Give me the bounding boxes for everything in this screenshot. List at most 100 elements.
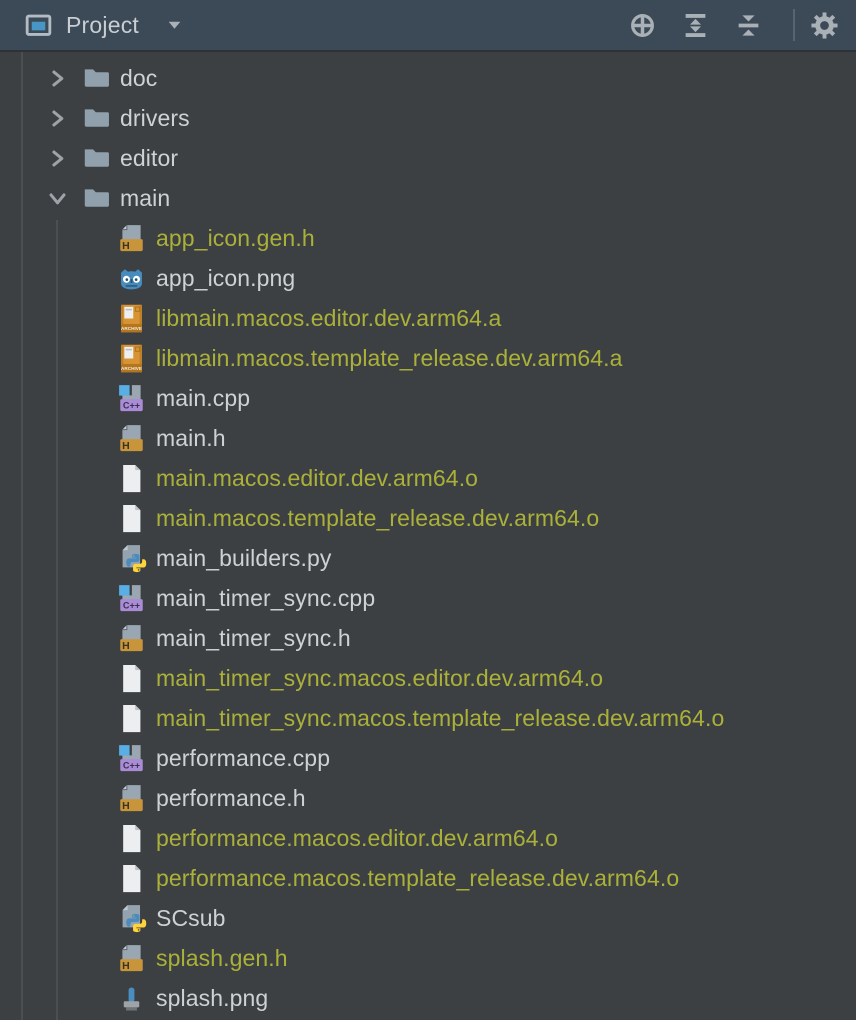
tree-file-libmain-macos-editor-dev-arm64-a[interactable]: ARCHIVE libmain.macos.editor.dev.arm64.a [0,298,856,338]
svg-text:H: H [122,240,130,251]
tree-folder-drivers[interactable]: drivers [0,98,856,138]
tree-node-label: main.macos.template_release.dev.arm64.o [156,505,599,532]
gear-icon [810,11,839,40]
header-file-icon: H [116,623,147,654]
header-file-icon: H [116,943,147,974]
tree-node-label: main_builders.py [156,545,331,572]
project-view-selector[interactable]: Project [25,12,183,39]
tree-file-performance-macos-editor-dev-arm64-o[interactable]: performance.macos.editor.dev.arm64.o [0,818,856,858]
tree-file-splash-gen-h[interactable]: H splash.gen.h [0,938,856,978]
tree-node-label: app_icon.gen.h [156,225,315,252]
tree-node-label: performance.macos.template_release.dev.a… [156,865,679,892]
tree-file-main-timer-sync-cpp[interactable]: C++ main_timer_sync.cpp [0,578,856,618]
tree-node-label: main.cpp [156,385,250,412]
python-file-icon [116,903,147,934]
object-file-icon [116,823,147,854]
project-toolwindow-header: Project [0,0,856,52]
tree-file-splash-png[interactable]: splash.png [0,978,856,1018]
toolbar-separator [793,9,795,41]
toolbar-actions [627,9,839,41]
tree-node-label: drivers [120,105,190,132]
header-file-icon: H [116,783,147,814]
tree-node-label: main_timer_sync.macos.editor.dev.arm64.o [156,665,603,692]
collapse-all-button[interactable] [733,10,763,40]
tree-file-main-timer-sync-macos-editor-dev-arm64-o[interactable]: main_timer_sync.macos.editor.dev.arm64.o [0,658,856,698]
tree-node-label: main_timer_sync.h [156,625,351,652]
tree-node-label: splash.gen.h [156,945,288,972]
tree-file-libmain-macos-template-release-dev-arm64-a[interactable]: ARCHIVE libmain.macos.template_release.d… [0,338,856,378]
object-file-icon [116,703,147,734]
project-file-tree: doc drivers editor main H app_icon.gen.h [0,52,856,1020]
toolwindow-title: Project [66,12,139,39]
folder-icon [82,144,110,172]
tree-file-app-icon-gen-h[interactable]: H app_icon.gen.h [0,218,856,258]
tree-file-main-cpp[interactable]: C++ main.cpp [0,378,856,418]
tree-file-performance-macos-template-release-dev-arm64-o[interactable]: performance.macos.template_release.dev.a… [0,858,856,898]
tree-file-app-icon-png[interactable]: app_icon.png [0,258,856,298]
svg-text:H: H [122,640,130,651]
tree-node-label: main.h [156,425,226,452]
folder-icon [82,104,110,132]
tree-file-main-timer-sync-h[interactable]: H main_timer_sync.h [0,618,856,658]
tree-file-main-builders-py[interactable]: main_builders.py [0,538,856,578]
tree-node-label: doc [120,65,157,92]
object-file-icon [116,463,147,494]
svg-text:H: H [122,800,130,811]
tree-node-label: splash.png [156,985,268,1012]
svg-text:C++: C++ [123,760,140,770]
svg-text:C++: C++ [123,600,140,610]
header-file-icon: H [116,223,147,254]
python-file-icon [116,543,147,574]
chevron-right-icon[interactable] [44,105,70,131]
folder-icon [82,184,110,212]
godot-image-icon [116,263,147,294]
cpp-file-icon: C++ [116,383,147,414]
cpp-file-icon: C++ [116,743,147,774]
tree-node-label: libmain.macos.editor.dev.arm64.a [156,305,501,332]
chevron-right-icon[interactable] [44,65,70,91]
target-icon [628,11,657,40]
settings-button[interactable] [809,10,839,40]
tree-node-label: editor [120,145,178,172]
tree-node-label: main_timer_sync.cpp [156,585,375,612]
expand-all-button[interactable] [680,10,710,40]
tree-file-performance-cpp[interactable]: C++ performance.cpp [0,738,856,778]
archive-file-icon: ARCHIVE [116,303,147,334]
header-file-icon: H [116,423,147,454]
chevron-right-icon[interactable] [44,145,70,171]
expand-all-icon [681,11,710,40]
object-file-icon [116,503,147,534]
chevron-down-caret-icon [166,17,183,34]
tree-node-label: libmain.macos.template_release.dev.arm64… [156,345,623,372]
svg-text:H: H [122,960,130,971]
tree-file-main-macos-editor-dev-arm64-o[interactable]: main.macos.editor.dev.arm64.o [0,458,856,498]
tree-folder-doc[interactable]: doc [0,58,856,98]
tree-file-main-timer-sync-macos-template-release-dev-arm64-o[interactable]: main_timer_sync.macos.template_release.d… [0,698,856,738]
collapse-all-icon [734,11,763,40]
cpp-file-icon: C++ [116,583,147,614]
svg-text:H: H [122,440,130,451]
tree-node-label: app_icon.png [156,265,295,292]
object-file-icon [116,863,147,894]
tree-file-main-macos-template-release-dev-arm64-o[interactable]: main.macos.template_release.dev.arm64.o [0,498,856,538]
tree-node-label: SCsub [156,905,226,932]
tree-node-label: performance.h [156,785,306,812]
splash-image-icon [116,983,147,1014]
tree-node-label: main.macos.editor.dev.arm64.o [156,465,478,492]
archive-file-icon: ARCHIVE [116,343,147,374]
svg-text:ARCHIVE: ARCHIVE [121,325,142,330]
tree-file-main-h[interactable]: H main.h [0,418,856,458]
folder-icon [82,64,110,92]
tree-file-scsub[interactable]: SCsub [0,898,856,938]
tree-file-performance-h[interactable]: H performance.h [0,778,856,818]
tree-node-label: performance.cpp [156,745,330,772]
chevron-down-icon[interactable] [44,185,70,211]
tree-node-label: main_timer_sync.macos.template_release.d… [156,705,724,732]
svg-text:ARCHIVE: ARCHIVE [121,365,142,370]
project-tool-window-icon [25,12,52,39]
tree-folder-editor[interactable]: editor [0,138,856,178]
tree-node-label: performance.macos.editor.dev.arm64.o [156,825,558,852]
locate-file-button[interactable] [627,10,657,40]
svg-text:C++: C++ [123,400,140,410]
tree-folder-main[interactable]: main [0,178,856,218]
